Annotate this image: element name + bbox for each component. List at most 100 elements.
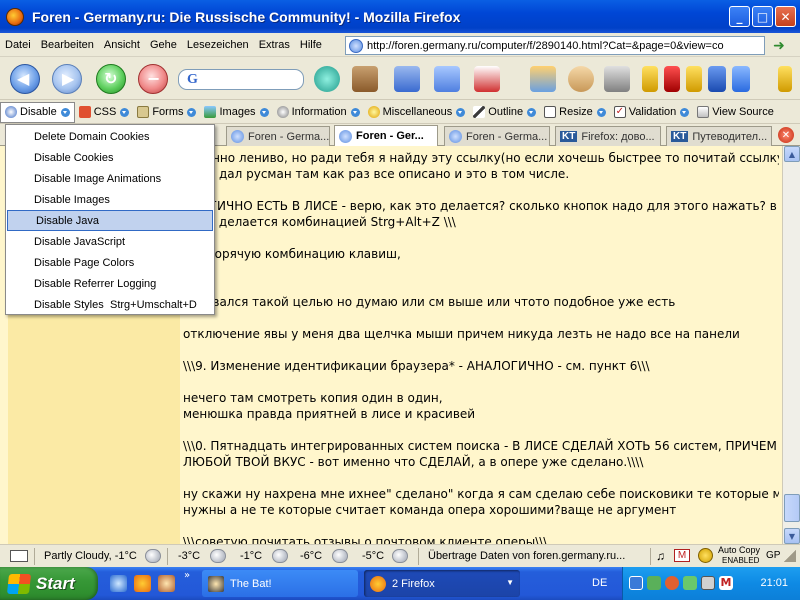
menu-item-disable-page-colors[interactable]: Disable Page Colors (6, 252, 214, 273)
yahoo-icon[interactable] (664, 66, 680, 92)
task-firefox-group[interactable]: 2 Firefox ▼ (364, 570, 520, 597)
dev-miscellaneous-button[interactable]: Miscellaneous (364, 102, 470, 123)
music-note-icon[interactable]: ♫ (656, 549, 665, 563)
quicklaunch-firefox-icon[interactable] (134, 575, 151, 592)
tab-1[interactable]: Foren - Germa... (226, 126, 330, 146)
dev-disable-button[interactable]: Disable (0, 101, 75, 123)
forecast-day-4[interactable]: -5°C (362, 550, 384, 562)
tray-network-icon[interactable] (629, 576, 643, 590)
menu-lesezeichen[interactable]: Lesezeichen (182, 39, 254, 51)
blue-link-icon[interactable] (708, 66, 726, 92)
post-line: \\\0. Пятнадцать интегрированных систем … (183, 439, 779, 453)
dev-view-source-label: View Source (712, 106, 774, 118)
tab-4[interactable]: KT Firefox: дово... (555, 126, 661, 146)
dev-information-button[interactable]: Information (273, 102, 364, 123)
resize-grip[interactable] (784, 550, 796, 562)
menu-item-label: Disable Page Colors (34, 256, 135, 269)
quicklaunch-bat-icon[interactable] (158, 575, 175, 592)
signature-icon[interactable] (604, 66, 630, 92)
scroll-up-icon[interactable]: ▲ (784, 146, 800, 162)
auto-copy-label[interactable]: Auto Copy (718, 546, 760, 555)
dev-forms-button[interactable]: Forms (133, 102, 200, 123)
menu-item-label: Disable Referrer Logging (34, 277, 157, 290)
magnifier-icon (276, 106, 289, 118)
menu-extras[interactable]: Extras (254, 39, 295, 51)
language-indicator[interactable]: DE (592, 577, 607, 589)
address-bar[interactable]: http://foren.germany.ru/computer/f/28901… (345, 36, 765, 55)
menu-item-disable-java[interactable]: Disable Java (7, 210, 213, 231)
menu-item-disable-image-animations[interactable]: Disable Image Animations (6, 168, 214, 189)
dev-images-button[interactable]: Images (200, 102, 272, 123)
dev-resize-button[interactable]: Resize (540, 102, 610, 123)
status-separator (167, 548, 168, 565)
new-window-icon[interactable] (394, 66, 420, 92)
menu-ansicht[interactable]: Ansicht (99, 39, 145, 51)
search-go-icon[interactable] (314, 66, 340, 92)
weather-current[interactable]: Partly Cloudy, -1°C (44, 550, 137, 562)
dev-view-source-button[interactable]: View Source (693, 102, 778, 123)
search-box[interactable]: G (178, 69, 304, 90)
scroll-thumb[interactable] (784, 494, 800, 522)
tray-app-icon[interactable] (647, 576, 661, 590)
menu-item-disable-images[interactable]: Disable Images (6, 189, 214, 210)
site-icon (349, 38, 363, 53)
tray-green-icon[interactable] (683, 576, 697, 590)
clock[interactable]: 21:01 (760, 577, 788, 589)
quicklaunch-ie-icon[interactable] (110, 575, 127, 592)
menu-item-label: Disable Image Animations (34, 172, 162, 185)
menu-bearbeiten[interactable]: Bearbeiten (36, 39, 99, 51)
go-icon[interactable]: ➜ (768, 36, 790, 55)
minimize-button[interactable]: _ (729, 6, 750, 27)
tab-5[interactable]: KT Путеводител... (666, 126, 772, 146)
toolbar-overflow-icon[interactable] (778, 66, 792, 92)
tray-mail-icon[interactable]: M (719, 576, 733, 590)
tab-2-selected[interactable]: Foren - Ger... (334, 125, 438, 146)
start-button[interactable]: Start (0, 567, 98, 600)
menu-item-disable-javascript[interactable]: Disable JavaScript (6, 231, 214, 252)
close-tab-icon[interactable]: ✕ (778, 127, 794, 143)
vertical-scrollbar[interactable]: ▲ ▼ (782, 146, 800, 544)
dev-outline-button[interactable]: Outline (469, 102, 540, 123)
forecast-day-3[interactable]: -6°C (300, 550, 322, 562)
menu-item-delete-domain-cookies[interactable]: Delete Domain Cookies (6, 126, 214, 147)
close-window-button[interactable]: ✕ (775, 6, 796, 27)
dev-validation-button[interactable]: ✓ Validation (610, 102, 694, 123)
address-text[interactable]: http://foren.germany.ru/computer/f/28901… (367, 40, 724, 52)
maximize-button[interactable]: □ (752, 6, 773, 27)
tools-icon[interactable] (530, 66, 556, 92)
menu-item-shortcut: Strg+Umschalt+D (110, 298, 197, 311)
scroll-down-icon[interactable]: ▼ (784, 528, 800, 544)
menu-item-disable-styles[interactable]: Disable Styles Strg+Umschalt+D (6, 294, 214, 315)
tray-monitor-icon[interactable] (701, 576, 715, 590)
tab-label: Foren - Germa... (466, 130, 548, 143)
smiley-icon[interactable] (698, 548, 713, 563)
window-title-bar[interactable]: Foren - Germany.ru: Die Russische Commun… (0, 0, 800, 33)
gp-badge[interactable]: GP (766, 550, 780, 561)
new-tab-icon[interactable] (434, 66, 460, 92)
bookmark-2-icon[interactable] (686, 66, 702, 92)
menu-item-disable-cookies[interactable]: Disable Cookies (6, 147, 214, 168)
outline-icon (473, 106, 486, 118)
forecast-day-1[interactable]: -3°C (178, 550, 200, 562)
quicklaunch-expand-icon[interactable]: » (184, 570, 190, 581)
reload-icon: ↻ (104, 69, 118, 88)
menu-item-disable-referrer-logging[interactable]: Disable Referrer Logging (6, 273, 214, 294)
tab-3[interactable]: Foren - Germa... (444, 126, 550, 146)
menu-datei[interactable]: Datei (0, 39, 36, 51)
home-icon[interactable] (352, 66, 378, 92)
gmail-icon[interactable]: M (674, 549, 690, 562)
forecast-day-2[interactable]: -1°C (240, 550, 262, 562)
task-the-bat[interactable]: The Bat! (202, 570, 358, 597)
menu-hilfe[interactable]: Hilfe (295, 39, 327, 51)
post-line: менюшка правда приятней в лисе и красиве… (183, 407, 476, 421)
dev-miscellaneous-label: Miscellaneous (382, 106, 453, 118)
page-info-icon[interactable] (10, 550, 28, 562)
menu-gehe[interactable]: Gehe (145, 39, 182, 51)
tray-opera-icon[interactable] (665, 576, 679, 590)
dev-images-label: Images (219, 106, 256, 118)
extension-icon[interactable] (732, 66, 750, 92)
mail-icon[interactable] (474, 66, 500, 92)
thumbs-up-icon[interactable] (568, 66, 594, 92)
dev-css-button[interactable]: CSS (75, 102, 134, 123)
bookmark-icon[interactable] (642, 66, 658, 92)
